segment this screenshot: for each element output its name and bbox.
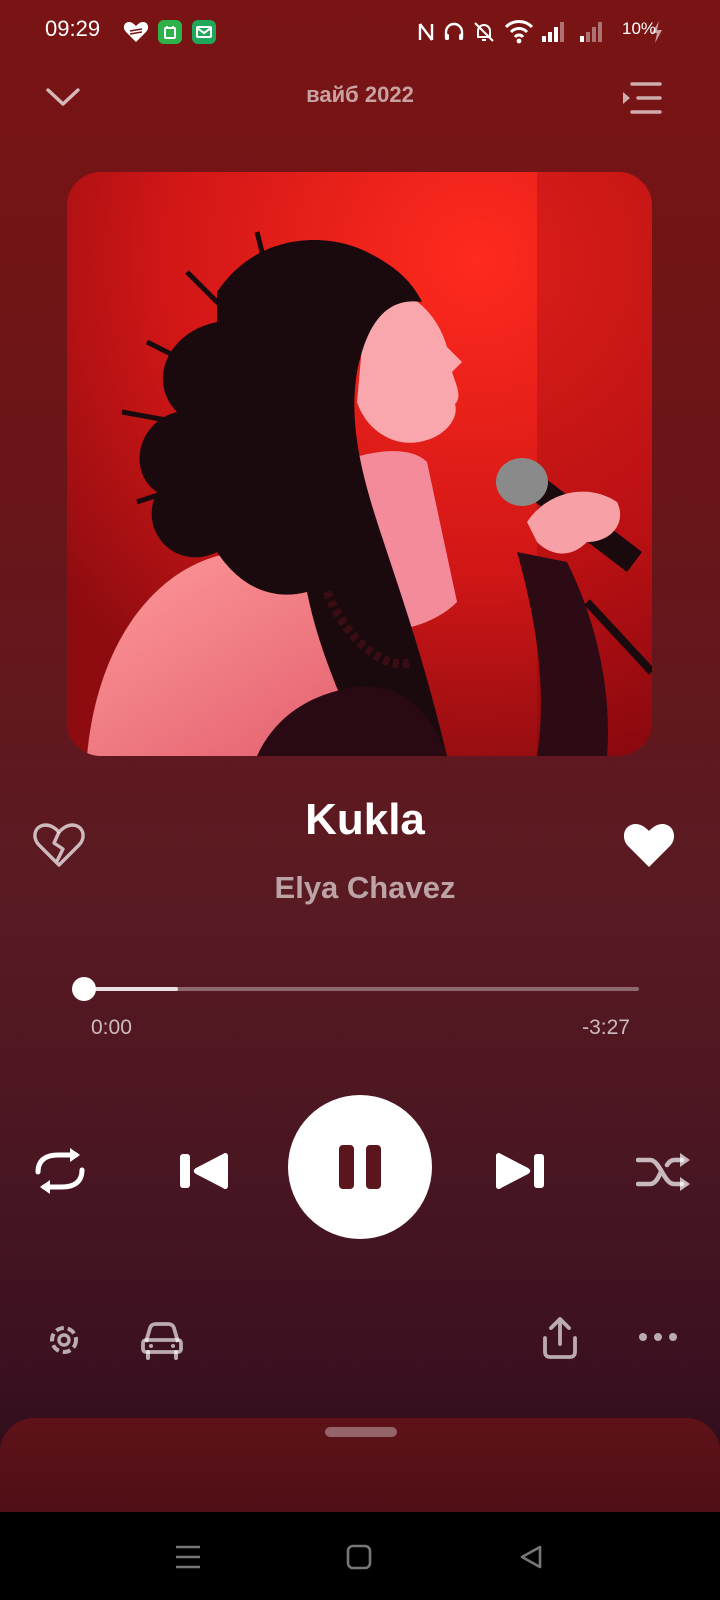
track-title: Kukla <box>305 795 425 844</box>
battery-charging-icon <box>650 20 664 44</box>
sheet-drag-handle[interactable] <box>325 1427 397 1437</box>
headphones-icon <box>442 20 466 44</box>
status-time: 09:29 <box>45 16 101 41</box>
mail-app-icon <box>192 20 216 44</box>
playlist-title: вайб 2022 <box>306 82 414 107</box>
wifi-icon <box>504 18 534 44</box>
progress-buffered <box>83 987 178 991</box>
signal-icon <box>540 20 566 44</box>
car-mode-button[interactable] <box>140 1320 184 1360</box>
next-button[interactable] <box>492 1152 546 1190</box>
shuffle-button[interactable] <box>636 1150 692 1194</box>
settings-button[interactable] <box>44 1320 84 1360</box>
album-cover <box>67 172 652 756</box>
mute-icon <box>472 20 496 44</box>
progress-handle[interactable] <box>72 977 96 1001</box>
remaining-time: -3:27 <box>582 1016 630 1039</box>
like-button[interactable] <box>622 821 676 869</box>
back-button[interactable] <box>518 1544 544 1570</box>
track-artist[interactable]: Elya Chavez <box>0 870 720 906</box>
signal-icon <box>578 20 604 44</box>
queue-button[interactable] <box>620 80 664 116</box>
system-nav-bar <box>0 1512 720 1600</box>
nfc-icon <box>416 20 436 44</box>
share-button[interactable] <box>540 1316 580 1360</box>
heart-app-icon <box>123 20 149 44</box>
more-button[interactable] <box>638 1331 678 1343</box>
menu-button[interactable] <box>174 1544 202 1570</box>
repeat-button[interactable] <box>32 1146 88 1196</box>
shop-app-icon <box>158 20 182 44</box>
previous-button[interactable] <box>178 1152 232 1190</box>
pause-icon <box>339 1145 381 1189</box>
pause-button[interactable] <box>288 1095 432 1239</box>
home-button[interactable] <box>346 1544 372 1570</box>
elapsed-time: 0:00 <box>91 1016 132 1039</box>
status-bar: 09:29 10% <box>0 0 720 64</box>
